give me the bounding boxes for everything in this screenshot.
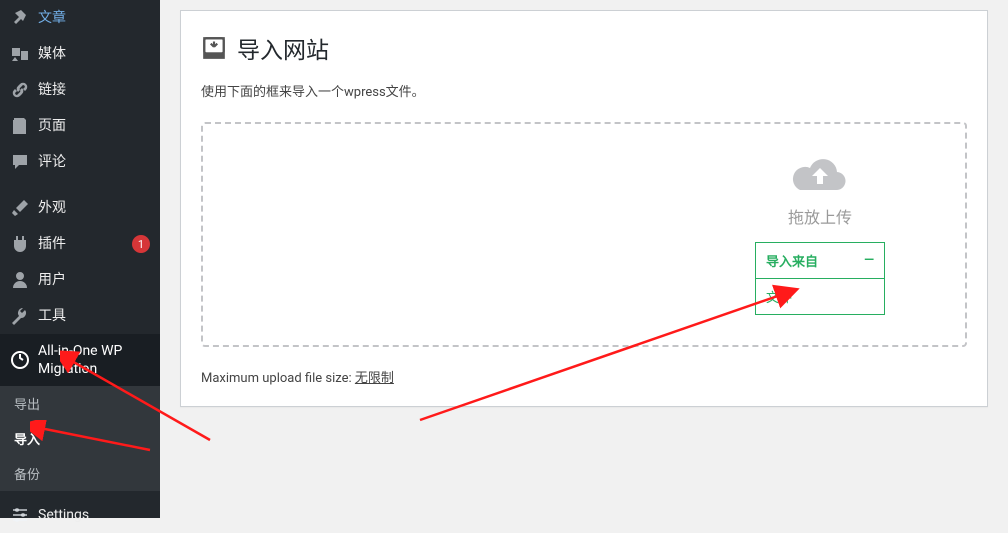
max-upload-info: Maximum upload file size: 无限制 <box>201 367 967 386</box>
sidebar-item-label: All-in-One WP Migration <box>38 342 150 378</box>
sidebar-item-ai1wm[interactable]: All-in-One WP Migration <box>0 334 160 386</box>
import-from-file[interactable]: 文件 <box>756 279 884 314</box>
import-panel: 导入网站 使用下面的框来导入一个wpress文件。 拖放上传 导入来自 — 文件 <box>180 10 988 407</box>
drop-text: 拖放上传 <box>788 204 852 228</box>
panel-description: 使用下面的框来导入一个wpress文件。 <box>201 81 967 100</box>
plugin-icon <box>10 234 30 254</box>
main-content: 导入网站 使用下面的框来导入一个wpress文件。 拖放上传 导入来自 — 文件 <box>160 0 1008 518</box>
import-from-label: 导入来自 <box>766 251 818 270</box>
sidebar-item-label: 媒体 <box>38 45 150 63</box>
media-icon <box>10 44 30 64</box>
sidebar-item-label: Settings <box>38 506 150 524</box>
sidebar-item-label: 工具 <box>38 307 150 325</box>
sidebar-item-appearance[interactable]: 外观 <box>0 190 160 226</box>
cloud-upload-icon <box>792 154 848 196</box>
sidebar-item-label: 外观 <box>38 199 150 217</box>
collapse-icon: — <box>864 253 874 268</box>
sidebar-item-pages[interactable]: 页面 <box>0 108 160 144</box>
sidebar-item-label: 文章 <box>38 9 150 27</box>
active-indicator <box>160 352 168 368</box>
sidebar-item-links[interactable]: 链接 <box>0 72 160 108</box>
settings-icon <box>10 505 30 525</box>
submenu-export[interactable]: 导出 <box>0 386 160 421</box>
sidebar-item-label: 插件 <box>38 235 128 253</box>
sidebar-item-settings[interactable]: Settings <box>0 497 160 533</box>
panel-title: 导入网站 <box>201 31 967 65</box>
comment-icon <box>10 152 30 172</box>
admin-sidebar: 文章 媒体 链接 页面 评论 外观 插件 1 <box>0 0 160 518</box>
sidebar-item-users[interactable]: 用户 <box>0 262 160 298</box>
sidebar-item-media[interactable]: 媒体 <box>0 36 160 72</box>
max-upload-label: Maximum upload file size: <box>201 371 355 386</box>
link-icon <box>10 80 30 100</box>
submenu-import[interactable]: 导入 <box>0 421 160 456</box>
submenu-backups[interactable]: 备份 <box>0 456 160 491</box>
sidebar-item-tools[interactable]: 工具 <box>0 298 160 334</box>
update-badge: 1 <box>132 235 150 253</box>
brush-icon <box>10 198 30 218</box>
sidebar-item-label: 评论 <box>38 153 150 171</box>
pin-icon <box>10 8 30 28</box>
page-icon <box>10 116 30 136</box>
sidebar-item-label: 页面 <box>38 117 150 135</box>
sidebar-item-comments[interactable]: 评论 <box>0 144 160 180</box>
migration-icon <box>10 350 30 370</box>
wrench-icon <box>10 306 30 326</box>
drop-zone[interactable]: 拖放上传 导入来自 — 文件 <box>201 122 967 347</box>
max-upload-value: 无限制 <box>355 371 394 386</box>
ai1wm-submenu: 导出 导入 备份 <box>0 386 160 491</box>
user-icon <box>10 270 30 290</box>
sidebar-item-posts[interactable]: 文章 <box>0 0 160 36</box>
import-from-toggle[interactable]: 导入来自 — <box>756 243 884 279</box>
sidebar-item-label: 用户 <box>38 271 150 289</box>
import-icon <box>201 35 227 61</box>
sidebar-item-label: 链接 <box>38 81 150 99</box>
panel-title-text: 导入网站 <box>237 31 329 65</box>
sidebar-item-plugins[interactable]: 插件 1 <box>0 226 160 262</box>
import-from-dropdown: 导入来自 — 文件 <box>755 242 885 315</box>
